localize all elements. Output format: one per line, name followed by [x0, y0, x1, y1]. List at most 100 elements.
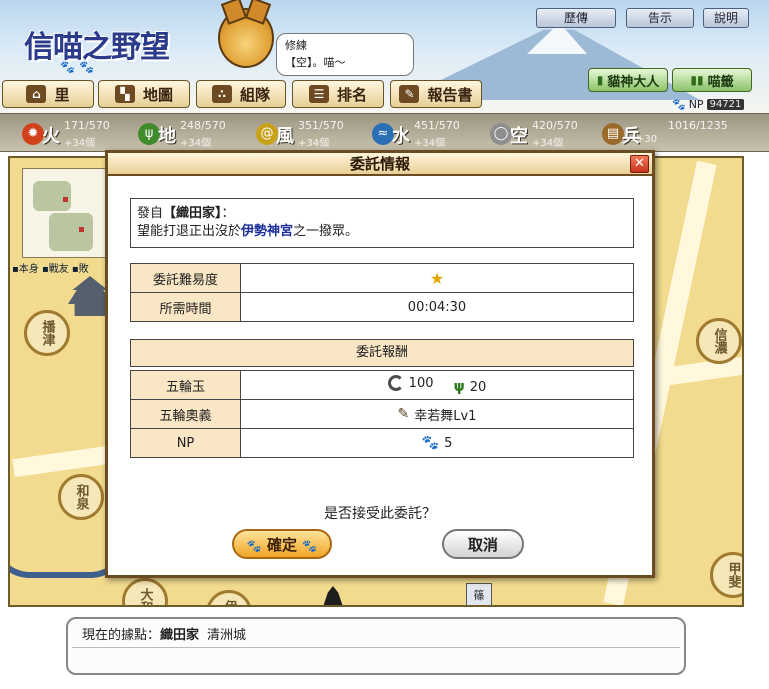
ougi-row: 五輪奧義 ✎ 幸若舞Lv1: [130, 399, 634, 429]
province-marker[interactable]: 伊賀: [206, 590, 252, 605]
rice-bale-icon: ▤: [602, 123, 624, 145]
game-header: 信喵之野望 🐾🐾 歷傳 告示 說明 修練 【空】。喵～ ⌂ 里 ▚ 地圖 ∴ 組…: [0, 0, 769, 113]
cancel-button[interactable]: 取消: [442, 529, 524, 559]
gorin-row: 五輪玉 100 ψ 20: [130, 370, 634, 400]
ougi-reward: ✎ 幸若舞Lv1: [398, 405, 477, 424]
resource-rations-amount: 1016/1235: [668, 119, 728, 132]
minimap-legend: ▪本身 ▪戰友 ▪敗: [12, 264, 89, 275]
current-base-clan: 織田家: [160, 628, 200, 643]
nav-ranking[interactable]: ☰ 排名: [292, 80, 384, 108]
resource-rations-income: +30: [636, 134, 658, 145]
province-marker[interactable]: 播津: [24, 310, 70, 356]
nav-party-label: 組隊: [239, 85, 270, 104]
resource-water-income: +34個: [414, 138, 446, 149]
close-button[interactable]: ✕: [630, 155, 649, 173]
cat-god-label: 貓神大人: [607, 74, 660, 90]
grass-icon: ψ: [138, 123, 160, 145]
ougi-value-cell: ✎ 幸若舞Lv1: [240, 399, 634, 429]
reward-table: 五輪玉 100 ψ 20 五輪奧義 ✎ 幸若舞Lv1 NP 🐾 5: [130, 370, 634, 458]
commission-dialog: 委託情報 ✕ 發自【織田家】： 望能打退正出沒於伊勢神宮之一撥眾。 委託難易度 …: [105, 150, 655, 578]
province-marker[interactable]: 和泉: [58, 474, 104, 520]
nav-map[interactable]: ▚ 地圖: [98, 80, 190, 108]
nav-village[interactable]: ⌂ 里: [2, 80, 94, 108]
map-icon: ▚: [114, 85, 135, 103]
party-icon: ∴: [211, 85, 232, 103]
minimap-marker: [63, 197, 68, 202]
paw-icon: 🐾: [672, 97, 686, 111]
resource-wind-income: +34個: [298, 138, 330, 149]
map-location-tag[interactable]: 篠: [466, 583, 492, 605]
np-reward-value: 5: [444, 435, 453, 451]
np-reward: 🐾 5: [422, 435, 453, 451]
cat-god-icon: ▮: [596, 73, 604, 87]
current-base-prefix: 現在的據點：: [82, 628, 161, 643]
time-value: 00:04:30: [240, 292, 634, 322]
resource-water-amount: 451/570: [414, 119, 460, 132]
province-marker[interactable]: 信濃: [696, 318, 742, 364]
resource-earth-income: +34個: [180, 138, 212, 149]
request-suffix: 之一撥眾。: [293, 224, 359, 239]
province-marker[interactable]: 甲斐: [710, 552, 742, 598]
dialog-title: 委託情報: [108, 153, 652, 176]
current-base-castle: 清洲城: [207, 628, 247, 643]
nav-ranking-label: 排名: [336, 85, 367, 104]
paw-icon: 🐾: [302, 539, 318, 553]
house-icon: ⌂: [26, 85, 47, 103]
resource-bar: ✹ 火 171/570 +34個 ψ 地 248/570 +34個 @ 風 35…: [0, 113, 769, 173]
nav-report[interactable]: ✎ 報告書: [390, 80, 482, 108]
minimap[interactable]: [22, 168, 106, 258]
water-icon: ≈: [372, 123, 394, 145]
fire-icon: ✹: [22, 123, 44, 145]
wind-icon: @: [256, 123, 278, 145]
nav-map-label: 地圖: [142, 85, 173, 104]
np-counter: 🐾 NP 94721: [672, 96, 752, 112]
logo-paw-prints: 🐾🐾: [60, 60, 98, 74]
minimap-land: [33, 181, 71, 211]
speech-bubble: 修練 【空】。喵～: [276, 33, 414, 76]
nav-report-label: 報告書: [427, 85, 473, 104]
commission-message: 發自【織田家】： 望能打退正出沒於伊勢神宮之一撥眾。: [130, 198, 634, 248]
province-marker[interactable]: 大和: [122, 578, 168, 605]
ougi-value: 幸若舞Lv1: [414, 408, 477, 424]
help-button[interactable]: 說明: [703, 8, 749, 28]
confirm-button[interactable]: 🐾 確定 🐾: [232, 529, 332, 559]
np-row: NP 🐾 5: [130, 428, 634, 458]
notice-button[interactable]: 告示: [626, 8, 694, 28]
scroll-icon: ✎: [397, 406, 410, 422]
sky-orb-icon: [387, 375, 404, 391]
resource-sky-income: +34個: [532, 138, 564, 149]
sender-prefix: 發自: [137, 206, 164, 221]
history-button[interactable]: 歷傳: [536, 8, 616, 28]
resource-earth-amount: 248/570: [180, 119, 226, 132]
nav-village-label: 里: [54, 85, 70, 104]
resource-earth-name: 地: [158, 126, 176, 147]
confirm-label: 確定: [266, 536, 297, 554]
resource-sky-amount: 420/570: [532, 119, 578, 132]
report-book-icon: ✎: [399, 85, 420, 103]
reward-header: 委託報酬: [130, 339, 634, 367]
request-place: 伊勢神宮: [241, 224, 294, 239]
lottery-button[interactable]: ▮▮ 喵籤: [672, 68, 752, 92]
nav-party[interactable]: ∴ 組隊: [196, 80, 286, 108]
grass-icon: ψ: [453, 379, 465, 395]
sender-clan: 【織田家】: [163, 206, 222, 221]
gorin-value: 100 ψ 20: [240, 370, 634, 400]
message-sender-line: 發自【織田家】：: [137, 205, 627, 223]
status-divider: [72, 647, 680, 648]
ougi-label: 五輪奧義: [130, 399, 241, 429]
reward-earth: ψ 20: [454, 379, 487, 395]
paw-icon: 🐾: [246, 539, 262, 553]
difficulty-value: ★: [240, 263, 634, 293]
np-value: 94721: [706, 98, 745, 110]
speech-line-2: 【空】。喵～: [285, 56, 346, 69]
lottery-label: 喵籤: [707, 74, 734, 90]
resource-wind-amount: 351/570: [298, 119, 344, 132]
reward-sky-amount: 100: [408, 375, 434, 391]
minimap-marker: [79, 227, 84, 232]
reward-earth-amount: 20: [469, 379, 487, 395]
cat-god-button[interactable]: ▮ 貓神大人: [588, 68, 668, 92]
np-row-value-cell: 🐾 5: [240, 428, 634, 458]
accept-question: 是否接受此委託？: [324, 506, 436, 522]
enemy-unit-icon[interactable]: [322, 586, 344, 605]
paw-icon: 🐾: [421, 435, 440, 451]
